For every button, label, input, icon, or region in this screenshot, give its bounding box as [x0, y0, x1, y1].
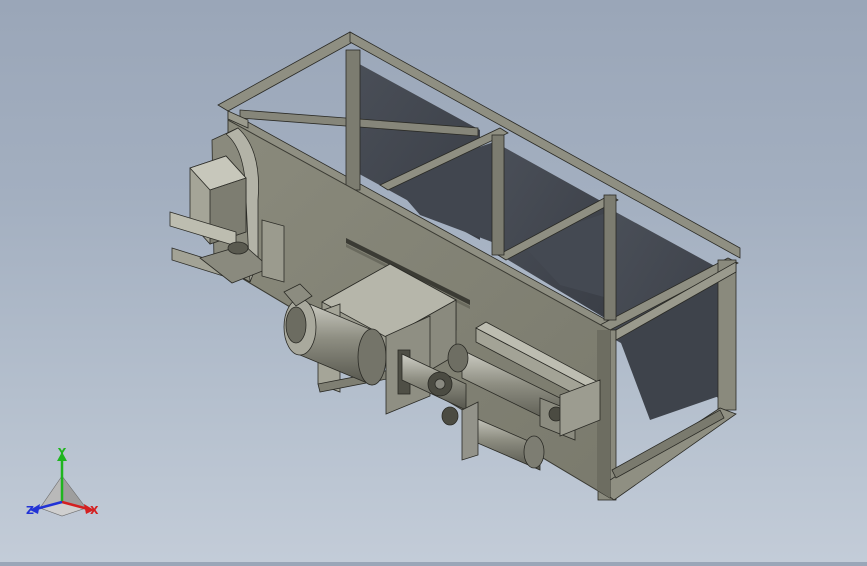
z-axis-label: Z	[26, 504, 34, 517]
x-axis-label: X	[90, 504, 99, 517]
view-triad: Y X Z	[22, 446, 108, 522]
model-viewport[interactable]: Y X Z	[0, 0, 867, 562]
y-axis-label: Y	[58, 446, 66, 459]
assembly-model[interactable]	[0, 0, 867, 562]
